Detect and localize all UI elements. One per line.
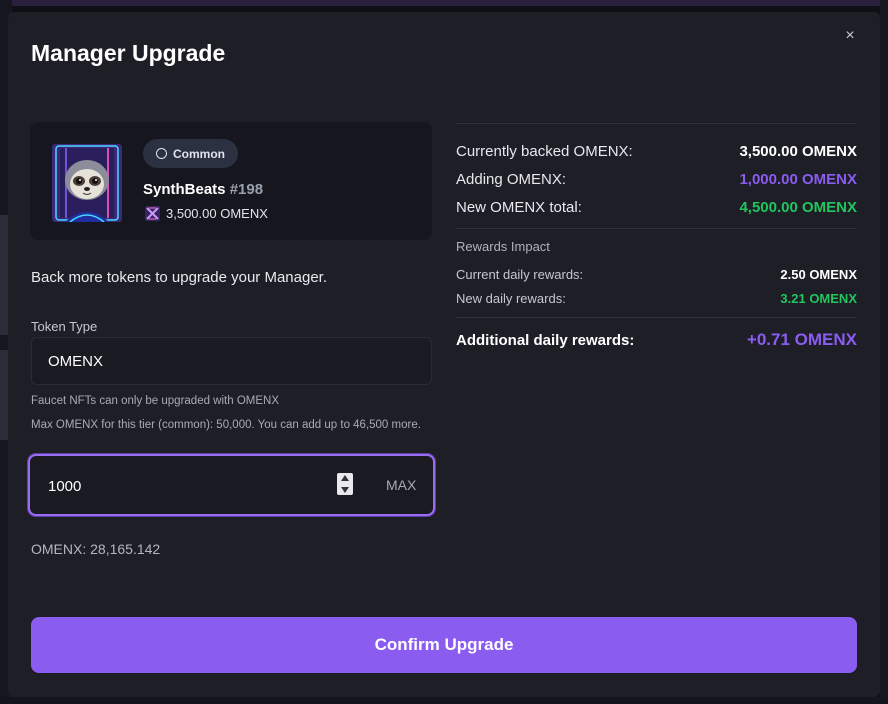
amount-field: MAX (28, 454, 435, 516)
new-daily-value: 3.21 OMENX (780, 291, 857, 306)
additional-daily-row: Additional daily rewards: +0.71 OMENX (456, 330, 857, 350)
stepper-up-icon[interactable] (341, 475, 349, 481)
currently-backed-value: 3,500.00 OMENX (739, 143, 857, 160)
currently-backed-label: Currently backed OMENX: (456, 143, 633, 160)
helper-text: Back more tokens to upgrade your Manager… (31, 269, 328, 286)
new-total-label: New OMENX total: (456, 199, 582, 216)
background-app-edge (880, 0, 888, 704)
omenx-token-icon (145, 206, 160, 221)
tier-limit-note: Max OMENX for this tier (common): 50,000… (31, 419, 421, 431)
token-type-label: Token Type (31, 319, 98, 334)
current-daily-value: 2.50 OMENX (780, 267, 857, 282)
circle-icon (156, 148, 167, 159)
nft-backed-value: 3,500.00 OMENX (166, 206, 268, 221)
amount-stepper[interactable] (337, 473, 353, 495)
token-type-select[interactable]: OMENX (31, 337, 432, 385)
confirm-upgrade-button[interactable]: Confirm Upgrade (31, 617, 857, 673)
rarity-badge: Common (143, 139, 238, 168)
background-app-header (0, 0, 888, 6)
sloth-portrait-icon (52, 144, 122, 222)
modal-title: Manager Upgrade (31, 40, 226, 66)
manager-upgrade-modal: Manager Upgrade × Common SynthBeats #198… (8, 12, 880, 697)
new-daily-label: New daily rewards: (456, 291, 566, 306)
rewards-impact-label: Rewards Impact (456, 239, 550, 254)
faucet-note: Faucet NFTs can only be upgraded with OM… (31, 395, 280, 407)
rarity-label: Common (173, 146, 225, 161)
amount-input[interactable] (48, 475, 308, 497)
nft-number: #198 (229, 181, 264, 198)
adding-label: Adding OMENX: (456, 171, 567, 188)
close-button[interactable]: × (840, 26, 860, 46)
currently-backed-row: Currently backed OMENX: 3,500.00 OMENX (456, 143, 857, 160)
additional-daily-value: +0.71 OMENX (746, 330, 857, 349)
nft-backed-amount: 3,500.00 OMENX (145, 206, 268, 221)
nft-image (52, 144, 122, 222)
max-button[interactable]: MAX (386, 477, 416, 493)
nft-card: Common SynthBeats #198 3,500.00 OMENX (30, 122, 432, 240)
nft-title: SynthBeats (143, 181, 226, 198)
adding-value: 1,000.00 OMENX (739, 171, 857, 188)
new-total-row: New OMENX total: 4,500.00 OMENX (456, 199, 857, 216)
current-daily-row: Current daily rewards: 2.50 OMENX (456, 267, 857, 282)
background-app-footer (0, 697, 888, 704)
adding-row: Adding OMENX: 1,000.00 OMENX (456, 171, 857, 188)
close-icon: × (845, 27, 855, 44)
stepper-down-icon[interactable] (341, 487, 349, 493)
omenx-balance: OMENX: 28,165.142 (31, 541, 161, 557)
additional-daily-label: Additional daily rewards: (456, 331, 635, 349)
summary-divider-bottom (456, 317, 857, 318)
nft-name: SynthBeats #198 (143, 181, 263, 198)
summary-divider-top (456, 123, 857, 124)
summary-divider-mid (456, 228, 857, 229)
new-daily-row: New daily rewards: 3.21 OMENX (456, 291, 857, 306)
new-total-value: 4,500.00 OMENX (739, 199, 857, 216)
current-daily-label: Current daily rewards: (456, 267, 584, 282)
token-type-value: OMENX (48, 352, 104, 370)
